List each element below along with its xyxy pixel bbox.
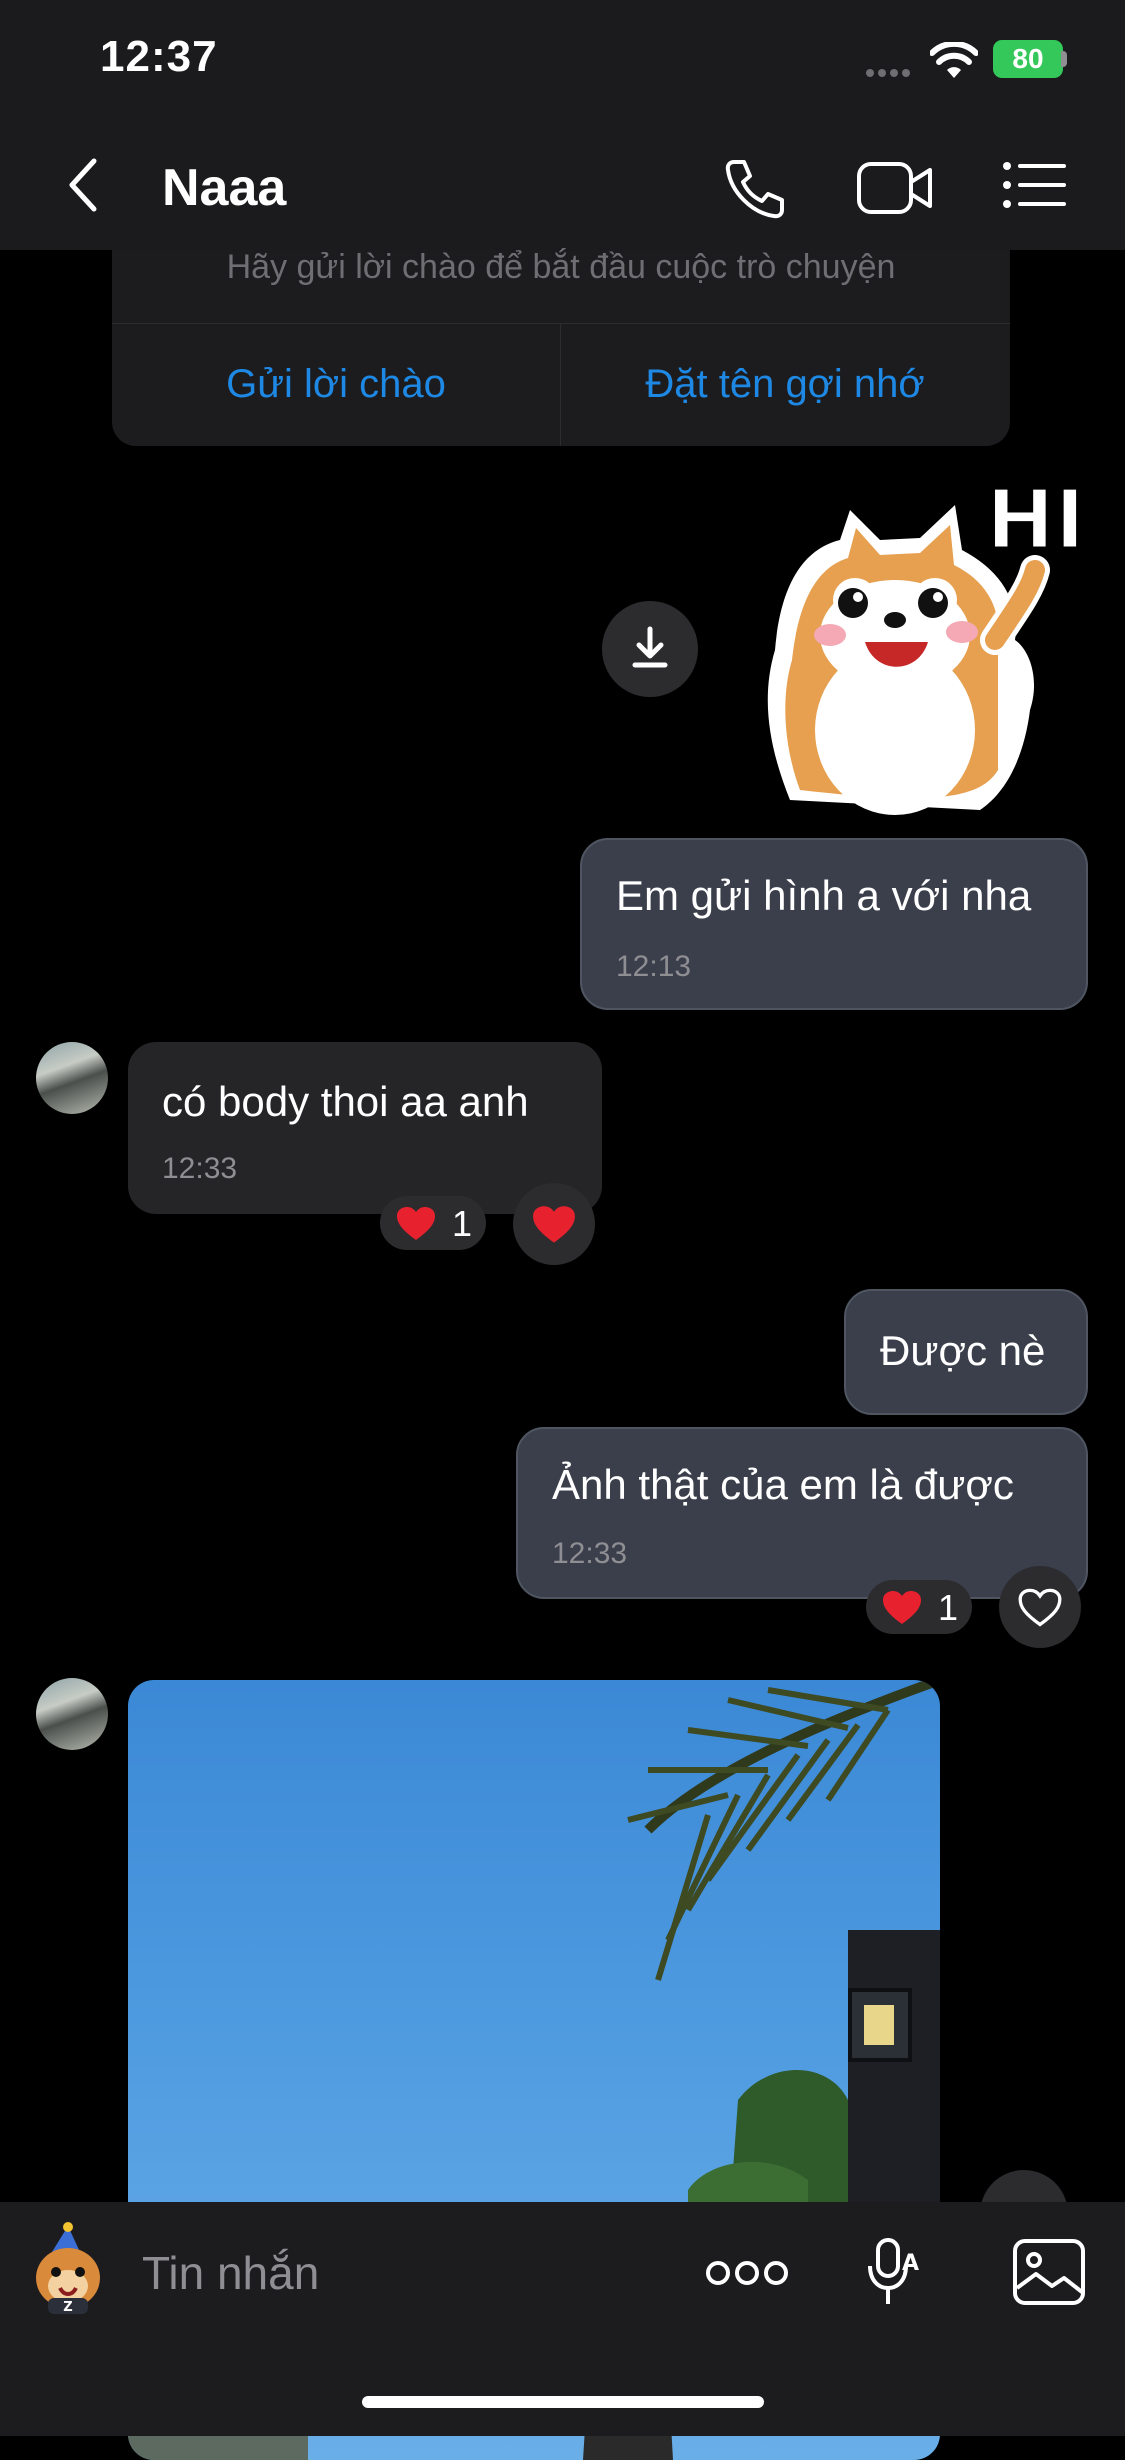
reaction-count: 1 [938,1587,959,1628]
message-bubble-outgoing[interactable]: Em gửi hình a với nha 12:13 [580,838,1088,1010]
divider [112,323,1010,324]
voice-icon[interactable]: A [866,2236,922,2313]
menu-list-icon[interactable] [1002,160,1066,215]
sticker-icon[interactable]: Z [22,2222,114,2319]
message-text: Được nè [880,1327,1046,1374]
heart-icon [533,1206,575,1243]
avatar[interactable] [36,1042,108,1114]
message-time: 12:33 [552,1537,628,1570]
avatar[interactable] [36,1678,108,1750]
signal-icon [866,64,914,82]
reaction-summary[interactable]: 1 [866,1580,972,1634]
more-icon[interactable] [706,2258,788,2293]
svg-text:A: A [902,2251,919,2276]
battery-cap [1061,51,1067,67]
download-button[interactable] [602,601,698,697]
sticker-caption: HI [986,473,1080,568]
reaction-count: 1 [452,1203,473,1244]
set-nickname-button[interactable]: Đặt tên gợi nhớ [561,362,1009,407]
react-button[interactable] [513,1183,595,1265]
heart-outline-icon [1018,1588,1062,1627]
message-input[interactable]: Tin nhắn [142,2246,319,2300]
battery-indicator: 80 [993,40,1063,78]
react-button[interactable] [999,1566,1081,1648]
message-time: 12:13 [616,950,692,983]
phone-icon[interactable] [722,156,788,227]
svg-text:Z: Z [63,2300,72,2314]
download-icon [632,626,668,668]
reaction-summary[interactable]: 1 [380,1196,486,1250]
heart-icon [397,1207,435,1240]
heart-icon [883,1591,921,1624]
home-indicator [362,2396,764,2408]
message-bubble-outgoing[interactable]: Ảnh thật của em là được 12:33 [516,1427,1088,1599]
back-icon[interactable] [62,155,106,220]
message-text: có body thoi aa anh [162,1078,529,1125]
message-text: Em gửi hình a với nha [616,872,1032,919]
message-bubble-incoming[interactable]: có body thoi aa anh 12:33 [128,1042,602,1214]
gallery-icon[interactable] [1012,2238,1086,2311]
message-bubble-outgoing[interactable]: Được nè [844,1289,1088,1415]
video-call-icon[interactable] [856,160,934,221]
message-text: Ảnh thật của em là được [552,1461,1014,1508]
send-greeting-button[interactable]: Gửi lời chào [112,362,560,407]
message-time: 12:33 [162,1152,238,1185]
intro-text: Hãy gửi lời chào để bắt đầu cuộc trò chu… [226,248,896,286]
wifi-icon [929,40,979,85]
contact-name[interactable]: Naaa [162,158,286,218]
status-time: 12:37 [100,32,218,81]
shiba-hi-sticker[interactable]: HI [730,470,1087,835]
